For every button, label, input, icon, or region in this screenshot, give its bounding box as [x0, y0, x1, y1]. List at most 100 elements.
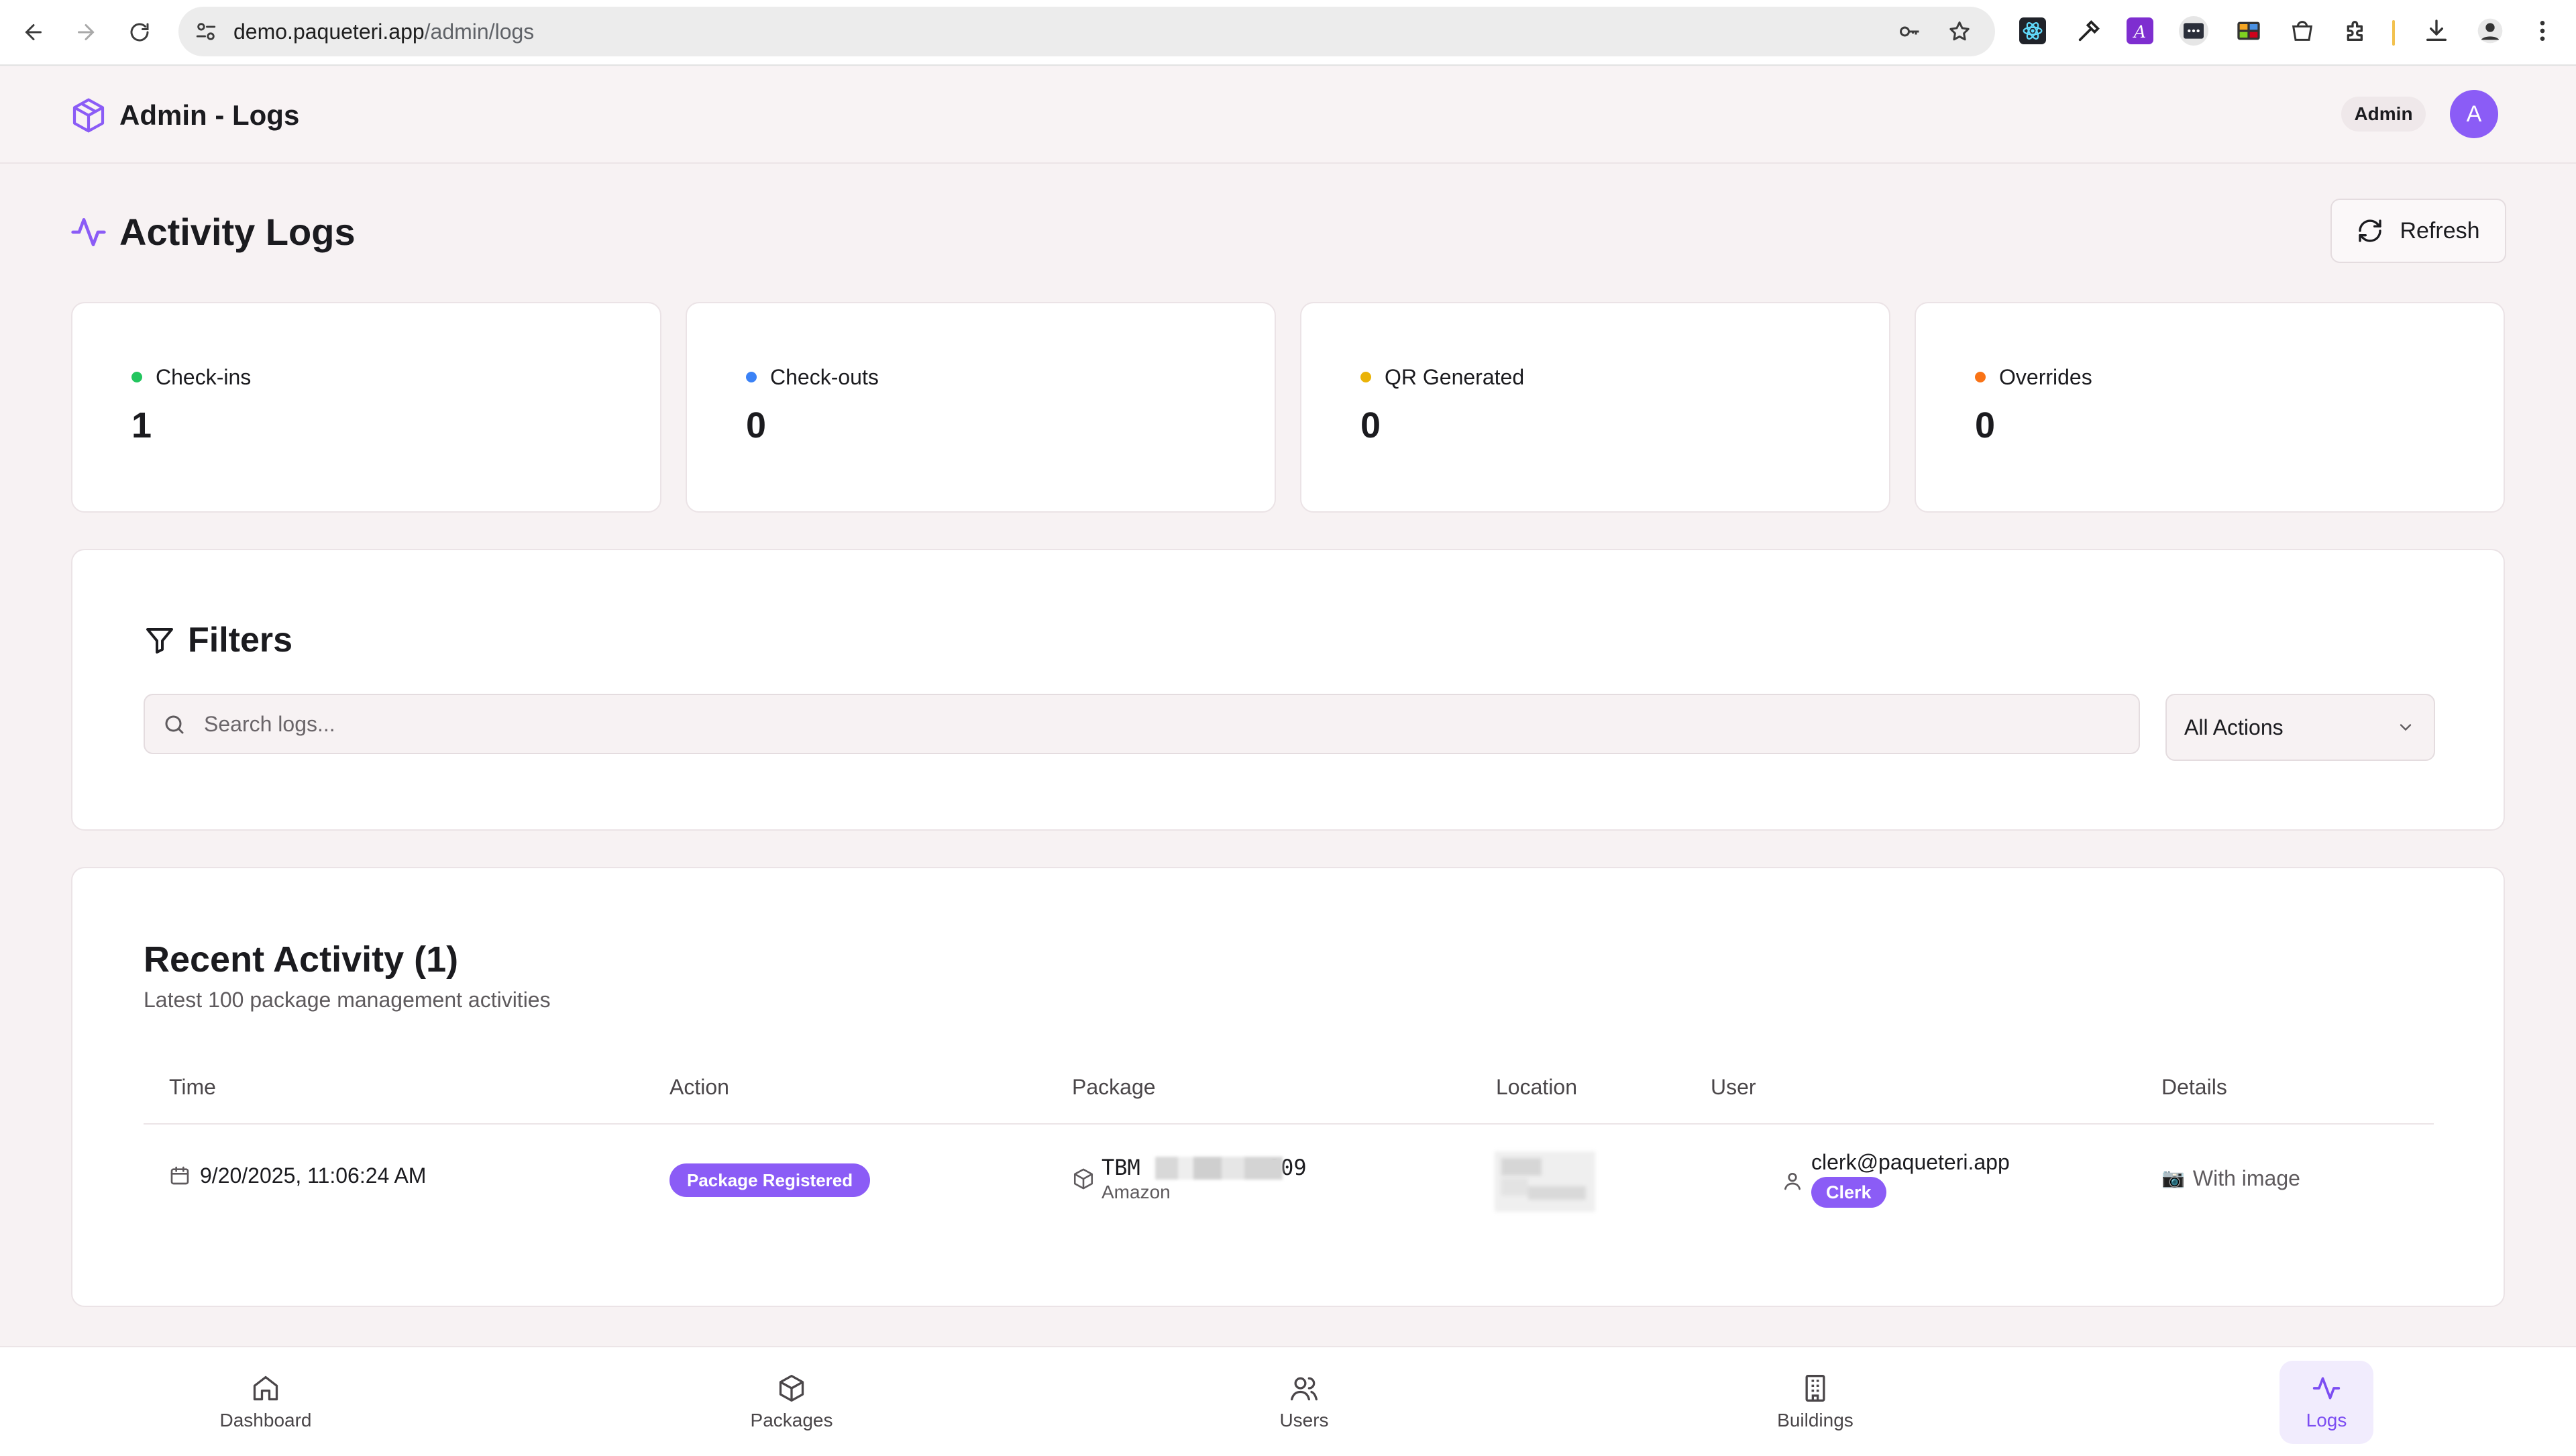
table-header-divider — [144, 1123, 2434, 1125]
row-details: 📷 With image — [2161, 1165, 2300, 1192]
user-email: clerk@paqueteri.app — [1811, 1150, 2010, 1174]
stat-card-checkins: Check-ins 1 — [71, 302, 661, 513]
back-button[interactable] — [16, 15, 51, 50]
refresh-icon — [2359, 219, 2382, 242]
stat-label: Check-ins — [156, 365, 252, 389]
stat-value: 0 — [1975, 405, 1996, 446]
action-filter-select[interactable]: All Actions — [2165, 694, 2435, 761]
role-badge: Admin — [2341, 97, 2426, 132]
column-header-package: Package — [1072, 1075, 1156, 1099]
svg-text:A: A — [2133, 22, 2146, 42]
user-avatar[interactable]: A — [2450, 90, 2498, 138]
browser-menu-icon[interactable] — [2528, 16, 2557, 46]
row-time: 9/20/2025, 11:06:24 AM — [169, 1162, 426, 1189]
stat-label: QR Generated — [1385, 365, 1525, 389]
url-text[interactable]: demo.paqueteri.app/admin/logs — [233, 7, 534, 56]
toolbar-divider — [2392, 20, 2395, 46]
calendar-icon — [170, 1166, 189, 1185]
column-header-details: Details — [2161, 1075, 2227, 1099]
column-header-location: Location — [1496, 1075, 1577, 1099]
redacted-location — [1495, 1151, 1595, 1212]
nav-label: Logs — [2306, 1410, 2347, 1431]
stat-card-checkouts: Check-outs 0 — [686, 302, 1276, 513]
column-header-time: Time — [169, 1075, 216, 1099]
profile-avatar-icon[interactable] — [2475, 16, 2505, 46]
reload-icon — [130, 23, 149, 42]
filter-icon — [146, 628, 173, 654]
stat-value: 0 — [1360, 405, 1381, 446]
font-extension-icon[interactable]: A — [2125, 16, 2155, 46]
row-details-text: With image — [2192, 1166, 2300, 1190]
color-picker-icon[interactable] — [2074, 16, 2104, 46]
search-box — [144, 694, 2140, 754]
nav-item-logs[interactable]: Logs — [2279, 1361, 2373, 1444]
activity-icon — [2312, 1377, 2341, 1400]
password-key-icon[interactable] — [1897, 19, 1923, 44]
filters-card: Filters All Actions — [71, 549, 2505, 831]
browser-toolbar: demo.paqueteri.app/admin/logs A — [0, 0, 2576, 66]
redacted-tracking — [1155, 1157, 1283, 1180]
bookmark-star-icon[interactable] — [1947, 19, 1972, 44]
address-bar[interactable]: demo.paqueteri.app/admin/logs — [178, 7, 1995, 56]
stat-label: Overrides — [1999, 365, 2092, 389]
stat-label: Check-outs — [770, 365, 879, 389]
bottom-navigation: Dashboard Packages Users Buildings Logs — [0, 1346, 2576, 1456]
stat-card-overrides: Overrides 0 — [1915, 302, 2505, 513]
site-settings-icon[interactable] — [192, 17, 220, 46]
status-dot — [1360, 372, 1371, 382]
package-logo-icon — [72, 98, 105, 133]
nav-label: Packages — [750, 1410, 833, 1431]
action-filter-value: All Actions — [2184, 715, 2284, 739]
status-dot — [131, 372, 142, 382]
app-header: Admin - Logs Admin — [0, 67, 2576, 164]
building-icon — [1805, 1375, 1825, 1402]
app-title: Admin - Logs — [119, 99, 300, 131]
nav-item-packages[interactable]: Packages — [745, 1361, 839, 1444]
filters-title: Filters — [188, 621, 293, 660]
user-role-badge: Clerk — [1811, 1177, 1886, 1208]
package-icon — [779, 1375, 804, 1402]
grid-extension-icon[interactable] — [2234, 16, 2263, 46]
package-carrier: Amazon — [1102, 1182, 1171, 1202]
package-tracking-prefix: TBM — [1102, 1155, 1140, 1180]
nav-label: Dashboard — [219, 1410, 312, 1431]
camera-icon: 📷 — [2161, 1167, 2185, 1188]
stat-card-qr-generated: QR Generated 0 — [1300, 302, 1890, 513]
column-header-action: Action — [669, 1075, 729, 1099]
nav-label: Buildings — [1777, 1410, 1854, 1431]
nav-label: Users — [1279, 1410, 1329, 1431]
user-icon — [1784, 1173, 1801, 1190]
download-icon[interactable] — [2422, 16, 2451, 46]
react-devtools-icon[interactable] — [2018, 16, 2047, 46]
extensions-puzzle-icon[interactable] — [2341, 16, 2371, 46]
recent-activity-card: Recent Activity (1) Latest 100 package m… — [71, 867, 2505, 1307]
arrow-right-icon — [78, 24, 95, 40]
status-dot — [746, 372, 757, 382]
status-dot — [1975, 372, 1986, 382]
package-icon — [1073, 1168, 1093, 1190]
arrow-left-icon — [25, 24, 42, 40]
reload-button[interactable] — [122, 15, 157, 50]
column-header-user: User — [1711, 1075, 1756, 1099]
search-input[interactable] — [204, 695, 2123, 753]
refresh-label: Refresh — [2400, 217, 2480, 244]
page-title: Activity Logs — [119, 211, 356, 253]
activity-title: Recent Activity (1) — [144, 939, 459, 980]
nav-item-dashboard[interactable]: Dashboard — [219, 1361, 313, 1444]
refresh-button[interactable]: Refresh — [2330, 199, 2506, 263]
row-time-text: 9/20/2025, 11:06:24 AM — [200, 1163, 427, 1188]
home-icon — [253, 1375, 278, 1401]
url-domain: demo.paqueteri.app — [233, 19, 425, 44]
forward-button[interactable] — [68, 15, 103, 50]
stat-value: 0 — [746, 405, 767, 446]
users-icon — [1291, 1377, 1318, 1401]
nav-item-users[interactable]: Users — [1257, 1361, 1351, 1444]
dev-extension-icon[interactable] — [2179, 16, 2208, 46]
stat-value: 1 — [131, 405, 152, 446]
activity-subtitle: Latest 100 package management activities — [144, 988, 551, 1012]
bucket-extension-icon[interactable] — [2288, 16, 2317, 46]
nav-item-buildings[interactable]: Buildings — [1768, 1361, 1862, 1444]
url-path: /admin/logs — [424, 19, 535, 44]
search-icon — [165, 715, 184, 734]
chevron-down-icon — [2400, 724, 2412, 731]
